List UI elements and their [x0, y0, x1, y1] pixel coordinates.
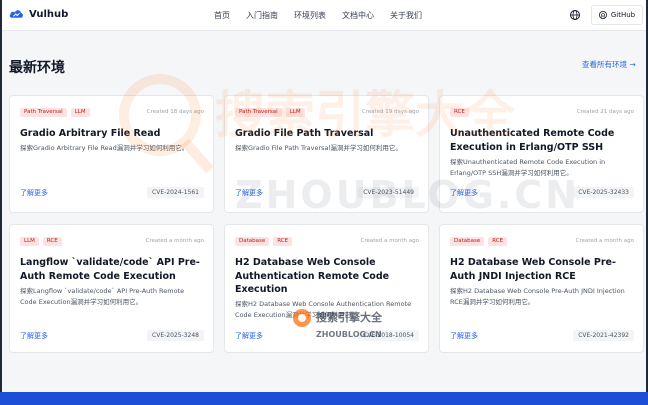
card-description: 探索H2 Database Web Console Authentication… — [235, 300, 412, 319]
tag-badge: RCE — [488, 237, 508, 246]
created-time: Created a month ago — [360, 238, 419, 244]
cloud-logo-icon — [9, 10, 23, 18]
learn-more-link[interactable]: 了解更多 — [235, 188, 263, 198]
tag-badge: RCE — [273, 237, 293, 246]
tag-list: Database RCE — [450, 237, 511, 246]
created-time: Created a month ago — [575, 238, 634, 244]
tag-badge: Database — [450, 237, 485, 246]
nav-links: 首页 入门指南 环境列表 文档中心 关于我们 — [214, 10, 438, 21]
learn-more-link[interactable]: 了解更多 — [20, 188, 48, 198]
nav-item-about[interactable]: 关于我们 — [390, 10, 422, 21]
card-description: 探索Unauthenticated Remote Code Execution … — [450, 158, 606, 177]
tag-list: LLM RCE — [20, 237, 66, 246]
card-title[interactable]: Langflow `validate/code` API Pre-Auth Re… — [20, 256, 203, 283]
top-navbar: Vulhub 首页 入门指南 环境列表 文档中心 关于我们 GitHub — [2, 0, 646, 31]
cve-badge: CVE-2025-3248 — [147, 330, 204, 341]
tag-badge: Database — [235, 237, 270, 246]
section-title: 最新环境 — [9, 60, 65, 76]
card-title[interactable]: Gradio File Path Traversal — [235, 127, 418, 141]
tag-badge: Path Traversal — [20, 108, 67, 117]
tag-badge: Path Traversal — [235, 108, 282, 117]
env-card[interactable]: Path Traversal LLM Created 18 days ago G… — [9, 95, 214, 213]
env-card[interactable]: RCE Created 21 days ago Unauthenticated … — [439, 95, 644, 213]
github-label: GitHub — [610, 11, 636, 19]
brand[interactable]: Vulhub — [9, 8, 68, 20]
footer-bar — [0, 392, 648, 405]
tag-list: Path Traversal LLM — [235, 108, 309, 117]
tag-badge: LLM — [285, 108, 305, 117]
tag-badge: LLM — [20, 237, 39, 246]
card-description: 探索Langflow `validate/code` API Pre-Auth … — [20, 287, 185, 306]
github-button[interactable]: GitHub — [591, 5, 643, 25]
tag-list: Path Traversal LLM — [20, 108, 94, 117]
env-card[interactable]: LLM RCE Created a month ago Langflow `va… — [9, 224, 214, 353]
card-title[interactable]: Gradio Arbitrary File Read — [20, 127, 203, 141]
tag-list: Database RCE — [235, 237, 296, 246]
brand-name: Vulhub — [29, 8, 69, 20]
created-time: Created 18 days ago — [146, 109, 204, 115]
created-time: Created a month ago — [145, 238, 204, 244]
created-time: Created 21 days ago — [576, 109, 634, 115]
nav-item-environments[interactable]: 环境列表 — [294, 10, 326, 21]
nav-item-home[interactable]: 首页 — [214, 10, 230, 21]
cve-badge: CVE-2024-1561 — [147, 187, 204, 198]
env-card[interactable]: Path Traversal LLM Created 19 days ago G… — [224, 95, 429, 213]
card-title[interactable]: H2 Database Web Console Authentication R… — [235, 256, 418, 297]
tag-list: RCE — [450, 108, 473, 117]
cve-badge: CVE-2023-51449 — [358, 187, 419, 198]
card-description: 探索Gradio File Path Traversal漏洞并学习如何利用它。 — [235, 144, 402, 152]
card-description: 探索H2 Database Web Console Pre-Auth JNDI … — [450, 287, 625, 306]
learn-more-link[interactable]: 了解更多 — [235, 331, 263, 341]
nav-item-getting-started[interactable]: 入门指南 — [246, 10, 278, 21]
tag-badge: LLM — [70, 108, 90, 117]
cve-badge: CVE-2021-42392 — [573, 330, 634, 341]
created-time: Created 19 days ago — [361, 109, 419, 115]
card-description: 探索Gradio Arbitrary File Read漏洞并学习如何利用它。 — [20, 144, 189, 152]
learn-more-link[interactable]: 了解更多 — [450, 188, 478, 198]
cve-badge: CVE-2025-32433 — [573, 187, 634, 198]
tag-badge: RCE — [450, 108, 469, 117]
learn-more-link[interactable]: 了解更多 — [450, 331, 478, 341]
cve-badge: CVE-2018-10054 — [358, 330, 419, 341]
card-title[interactable]: Unauthenticated Remote Code Execution in… — [450, 127, 633, 154]
learn-more-link[interactable]: 了解更多 — [20, 331, 48, 341]
view-all-link[interactable]: 查看所有环境 → — [582, 59, 636, 70]
nav-item-docs[interactable]: 文档中心 — [342, 10, 374, 21]
tag-badge: RCE — [42, 237, 62, 246]
card-title[interactable]: H2 Database Web Console Pre-Auth JNDI In… — [450, 256, 633, 283]
env-card[interactable]: Database RCE Created a month ago H2 Data… — [439, 224, 644, 353]
env-card[interactable]: Database RCE Created a month ago H2 Data… — [224, 224, 429, 353]
globe-icon[interactable] — [569, 9, 581, 21]
github-icon — [598, 11, 607, 19]
